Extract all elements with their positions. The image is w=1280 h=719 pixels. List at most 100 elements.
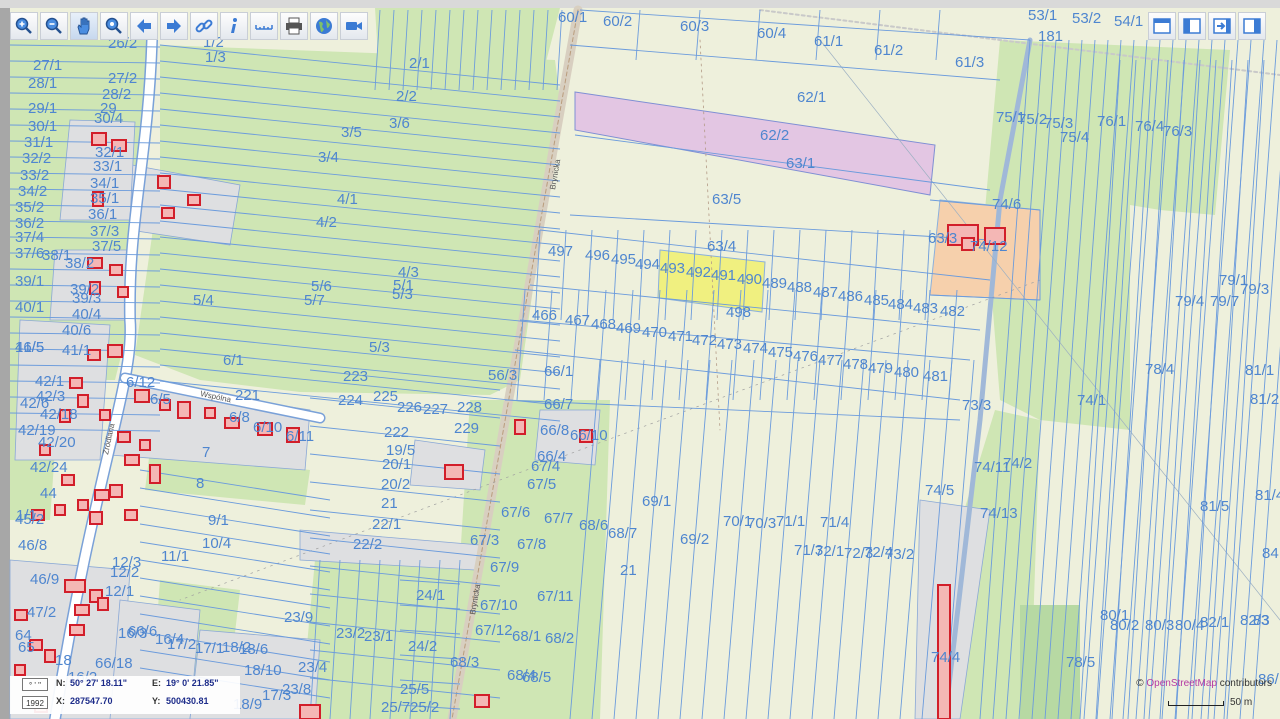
parcel-label[interactable]: 60/2 bbox=[603, 13, 632, 30]
parcel-label[interactable]: 60/4 bbox=[757, 25, 786, 42]
parcel-label[interactable]: 68/6 bbox=[579, 517, 608, 534]
crs-chip[interactable]: 1992 bbox=[22, 696, 48, 709]
parcel-label[interactable]: 67/9 bbox=[490, 559, 519, 576]
parcel-label[interactable]: 482 bbox=[940, 303, 965, 320]
parcel-label[interactable]: 33/2 bbox=[20, 167, 49, 184]
parcel-label[interactable]: 488 bbox=[787, 279, 812, 296]
parcel-label[interactable]: 181 bbox=[1038, 28, 1063, 45]
measure-button[interactable] bbox=[250, 12, 278, 40]
parcel-label[interactable]: 3/5 bbox=[341, 124, 362, 141]
building-outline[interactable] bbox=[134, 389, 150, 403]
building-outline[interactable] bbox=[157, 175, 171, 189]
zoom-extent-button[interactable] bbox=[100, 12, 128, 40]
building-outline[interactable] bbox=[94, 489, 110, 501]
parcel-label[interactable]: 40/6 bbox=[62, 322, 91, 339]
parcel-label[interactable]: 7 bbox=[202, 444, 210, 461]
parcel-label[interactable]: 68/7 bbox=[608, 525, 637, 542]
building-outline[interactable] bbox=[89, 511, 103, 525]
parcel-label[interactable]: 36/1 bbox=[88, 206, 117, 223]
dms-format-chip[interactable]: ° ' " bbox=[22, 678, 48, 691]
parcel-label[interactable]: 10/4 bbox=[202, 535, 231, 552]
parcel-label[interactable]: 490 bbox=[737, 271, 762, 288]
window-button[interactable] bbox=[1148, 12, 1176, 40]
parcel-label[interactable]: 224 bbox=[338, 392, 363, 409]
parcel-label[interactable]: 493 bbox=[660, 260, 685, 277]
parcel-label[interactable]: 67/5 bbox=[527, 476, 556, 493]
parcel-label[interactable]: 2/2 bbox=[396, 88, 417, 105]
parcel-label[interactable]: 42/18 bbox=[40, 406, 78, 423]
parcel-label[interactable]: 63/1 bbox=[786, 155, 815, 172]
parcel-label[interactable]: 79/7 bbox=[1210, 293, 1239, 310]
parcel-label[interactable]: 494 bbox=[635, 256, 660, 273]
parcel-label[interactable]: 6/8 bbox=[229, 409, 250, 426]
building-outline[interactable] bbox=[299, 704, 321, 719]
parcel-label[interactable]: 61/2 bbox=[874, 42, 903, 59]
parcel-label[interactable]: 17/3 bbox=[262, 687, 291, 704]
parcel-label[interactable]: 67/10 bbox=[480, 597, 518, 614]
parcel-label[interactable]: 492 bbox=[686, 264, 711, 281]
info-button[interactable] bbox=[220, 12, 248, 40]
parcel-label[interactable]: 67/4 bbox=[531, 458, 560, 475]
building-outline[interactable] bbox=[474, 694, 490, 708]
building-outline[interactable] bbox=[109, 264, 123, 276]
building-outline[interactable] bbox=[54, 504, 66, 516]
parcel-label[interactable]: 6/11 bbox=[286, 428, 314, 445]
parcel-label[interactable]: 75/4 bbox=[1060, 129, 1089, 146]
parcel-label[interactable]: 68/1 bbox=[512, 628, 541, 645]
parcel-label[interactable]: 53/2 bbox=[1072, 10, 1101, 27]
parcel-label[interactable]: 483 bbox=[913, 300, 938, 317]
parcel-label[interactable]: 66/8 bbox=[540, 422, 569, 439]
parcel-label[interactable]: 56/3 bbox=[488, 367, 517, 384]
parcel-label[interactable]: 53/1 bbox=[1028, 7, 1057, 24]
parcel-label[interactable]: 226 bbox=[397, 399, 422, 416]
parcel-label[interactable]: 5/4 bbox=[193, 292, 214, 309]
parcel-label[interactable]: 67/8 bbox=[517, 536, 546, 553]
parcel-label[interactable]: 479 bbox=[868, 360, 893, 377]
street-view-button[interactable] bbox=[340, 12, 368, 40]
parcel-label[interactable]: 20/2 bbox=[381, 476, 410, 493]
parcel-label[interactable]: 485 bbox=[864, 292, 889, 309]
parcel-label[interactable]: 76/3 bbox=[1163, 123, 1192, 140]
parcel-label[interactable]: 66/1 bbox=[544, 363, 573, 380]
parcel-label[interactable]: 39/3 bbox=[72, 290, 101, 307]
parcel-label[interactable]: 54/1 bbox=[1114, 13, 1143, 30]
print-button[interactable] bbox=[280, 12, 308, 40]
parcel-label[interactable]: 497 bbox=[548, 243, 573, 260]
parcel-label[interactable]: 25/5 bbox=[400, 681, 429, 698]
building-outline[interactable] bbox=[124, 509, 138, 521]
parcel-label[interactable]: 67/3 bbox=[470, 532, 499, 549]
parcel-label[interactable]: 71/4 bbox=[820, 514, 849, 531]
panel-left-button[interactable] bbox=[1178, 12, 1206, 40]
parcel-label[interactable]: 468 bbox=[591, 316, 616, 333]
parcel-label[interactable]: 29/1 bbox=[28, 100, 57, 117]
parcel-label[interactable]: 9/1 bbox=[208, 512, 229, 529]
parcel-label[interactable]: 487 bbox=[813, 284, 838, 301]
parcel-label[interactable]: 74/4 bbox=[931, 649, 960, 666]
parcel-label[interactable]: 1/3 bbox=[205, 49, 226, 66]
parcel-label[interactable]: 6/12 bbox=[126, 374, 155, 391]
parcel-label[interactable]: 228 bbox=[457, 399, 482, 416]
building-outline[interactable] bbox=[107, 344, 123, 358]
parcel-label[interactable]: 61/1 bbox=[814, 33, 843, 50]
parcel-label[interactable]: 6/10 bbox=[253, 419, 282, 436]
parcel-label[interactable]: 3/6 bbox=[389, 115, 410, 132]
parcel-label[interactable]: 12/2 bbox=[110, 564, 139, 581]
building-outline[interactable] bbox=[117, 286, 129, 298]
building-outline[interactable] bbox=[64, 579, 86, 593]
building-outline[interactable] bbox=[14, 609, 28, 621]
parcel-label[interactable]: 21 bbox=[620, 562, 637, 579]
parcel-label[interactable]: 74/2 bbox=[1003, 455, 1032, 472]
parcel-label[interactable]: 81/4 bbox=[1255, 487, 1280, 504]
parcel-label[interactable]: 41/1 bbox=[62, 342, 91, 359]
parcel-label[interactable]: 24/1 bbox=[416, 587, 445, 604]
parcel-label[interactable]: 84 bbox=[1262, 545, 1279, 562]
parcel-label[interactable]: 16/5 bbox=[15, 339, 44, 356]
parcel-label[interactable]: 227 bbox=[423, 401, 448, 418]
parcel-label[interactable]: 23/2 bbox=[336, 625, 365, 642]
parcel-label[interactable]: 6/5 bbox=[150, 391, 171, 408]
parcel-label[interactable]: 4/2 bbox=[316, 214, 337, 231]
cadastral-map[interactable]: 60/1 60/2 60/3 60/4 61/1 61/2 61/3 62/1 62/2 63/1… bbox=[0, 0, 1280, 719]
parcel-label[interactable]: 8 bbox=[196, 475, 204, 492]
parcel-label[interactable]: 476 bbox=[793, 348, 818, 365]
parcel-label[interactable]: 27/2 bbox=[108, 70, 137, 87]
